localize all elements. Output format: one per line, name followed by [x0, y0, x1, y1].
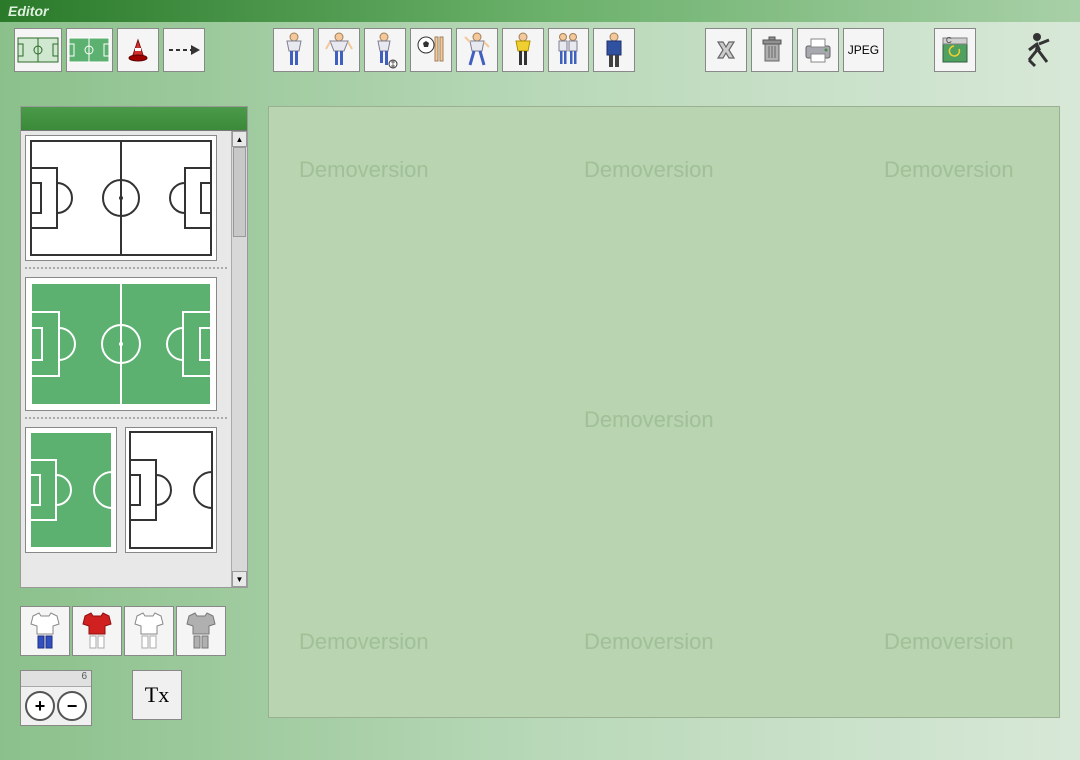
- player-arms-icon: [324, 31, 354, 69]
- watermark: Demoversion: [299, 157, 429, 183]
- player-dribble-icon: [370, 31, 400, 69]
- zoom-in-button[interactable]: +: [25, 691, 55, 721]
- running-exit-icon: [1025, 30, 1065, 70]
- main-toolbar: JPEG C: [0, 22, 1080, 78]
- player-running-icon: [462, 31, 492, 69]
- field-palette-header[interactable]: [21, 107, 247, 131]
- titlebar: Editor: [0, 0, 1080, 22]
- field-full-white[interactable]: [25, 135, 217, 261]
- watermark: Demoversion: [884, 157, 1014, 183]
- dashed-arrow-icon: [167, 42, 201, 58]
- field-row-3: [25, 427, 227, 559]
- text-tool-label: Tx: [145, 682, 169, 708]
- field-green-icon: [68, 37, 110, 63]
- reload-window-icon: C: [939, 34, 971, 66]
- jpeg-label: JPEG: [848, 43, 879, 57]
- svg-text:C: C: [946, 36, 952, 45]
- field-full-green[interactable]: [25, 277, 217, 411]
- exit-button[interactable]: [1024, 28, 1066, 72]
- sidebar: ▲ ▼: [20, 106, 248, 726]
- kit-grey[interactable]: [176, 606, 226, 656]
- bottom-tools: 6 + − Tx: [20, 670, 248, 726]
- jersey-grey-icon: [181, 610, 221, 652]
- player-4-button[interactable]: [410, 28, 452, 72]
- scroll-thumb[interactable]: [233, 147, 246, 237]
- zoom-control: 6 + −: [20, 670, 92, 726]
- kit-palette: [20, 606, 248, 656]
- text-tool-button[interactable]: Tx: [132, 670, 182, 720]
- player-3-button[interactable]: [364, 28, 406, 72]
- field-outline-icon: [17, 37, 59, 63]
- field-green-button[interactable]: [66, 28, 114, 72]
- field-half-green[interactable]: [25, 427, 117, 553]
- player-5-button[interactable]: [456, 28, 498, 72]
- player-pair-icon: [553, 31, 583, 69]
- field-row-2: [25, 277, 227, 419]
- player-coach-icon: [599, 31, 629, 69]
- player-1-button[interactable]: [273, 28, 315, 72]
- field-outline-button[interactable]: [14, 28, 62, 72]
- printer-icon: [803, 36, 833, 64]
- jpeg-button[interactable]: JPEG: [843, 28, 885, 72]
- player-standing-icon: [279, 31, 309, 69]
- reload-button[interactable]: C: [934, 28, 976, 72]
- watermark: Demoversion: [584, 629, 714, 655]
- player-8-button[interactable]: [593, 28, 635, 72]
- field-row-1: [25, 135, 227, 269]
- x-cross-icon: [713, 37, 739, 63]
- trash-button[interactable]: [751, 28, 793, 72]
- app-title: Editor: [8, 3, 48, 19]
- field-scroll-area: ▲ ▼: [21, 131, 247, 587]
- kit-blue-white[interactable]: [20, 606, 70, 656]
- scroll-down-button[interactable]: ▼: [232, 571, 247, 587]
- player-6-button[interactable]: [502, 28, 544, 72]
- trash-icon: [759, 35, 785, 65]
- jersey-blue-icon: [25, 610, 65, 652]
- player-7-button[interactable]: [548, 28, 590, 72]
- kit-white[interactable]: [124, 606, 174, 656]
- player-2-button[interactable]: [318, 28, 360, 72]
- field-scrollbar[interactable]: ▲ ▼: [231, 131, 247, 587]
- ball-legs-icon: [416, 31, 446, 69]
- main-area: ▲ ▼: [0, 78, 1080, 760]
- zoom-out-button[interactable]: −: [57, 691, 87, 721]
- watermark: Demoversion: [884, 629, 1014, 655]
- player-yellow-icon: [508, 31, 538, 69]
- watermark: Demoversion: [584, 407, 714, 433]
- cone-icon: [124, 36, 152, 64]
- kit-red[interactable]: [72, 606, 122, 656]
- field-palette: ▲ ▼: [20, 106, 248, 588]
- watermark: Demoversion: [299, 629, 429, 655]
- print-button[interactable]: [797, 28, 839, 72]
- delete-button[interactable]: [705, 28, 747, 72]
- zoom-hint: 6: [21, 671, 91, 687]
- watermark: Demoversion: [584, 157, 714, 183]
- scroll-up-button[interactable]: ▲: [232, 131, 247, 147]
- arrow-button[interactable]: [163, 28, 205, 72]
- jersey-white-icon: [129, 610, 169, 652]
- field-list: [21, 131, 231, 587]
- jersey-red-icon: [77, 610, 117, 652]
- drawing-canvas[interactable]: Demoversion Demoversion Demoversion Demo…: [268, 106, 1060, 718]
- field-half-white[interactable]: [125, 427, 217, 553]
- cone-button[interactable]: [117, 28, 159, 72]
